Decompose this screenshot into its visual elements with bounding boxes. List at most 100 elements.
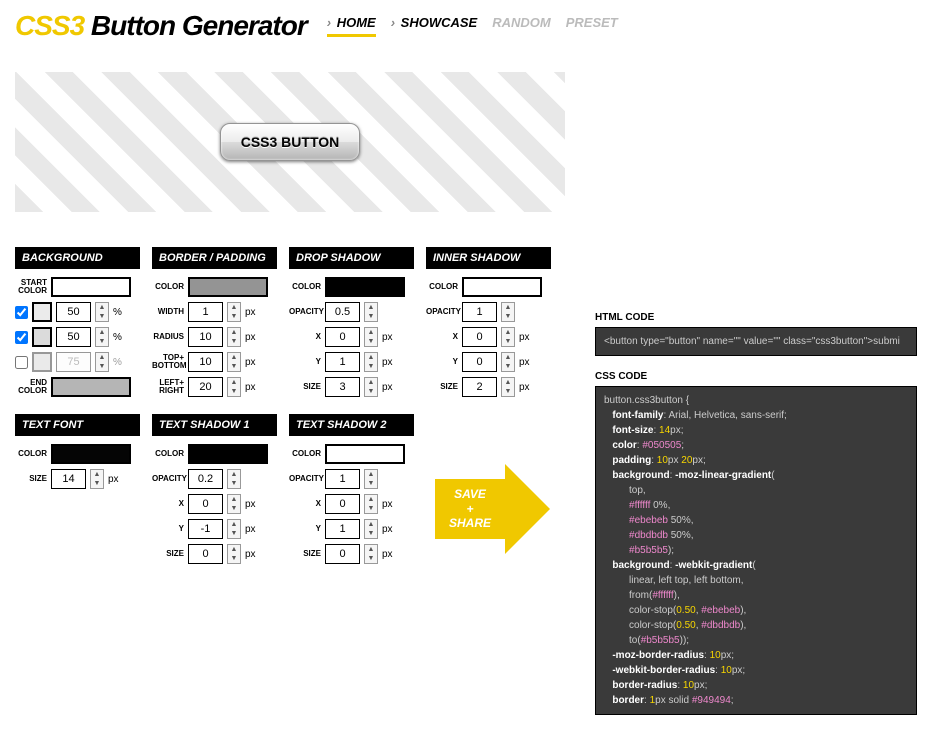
- stepper[interactable]: ▲▼: [227, 469, 241, 489]
- ts2-size[interactable]: [325, 544, 360, 564]
- stepper[interactable]: ▲▼: [227, 327, 241, 347]
- start-color-swatch[interactable]: [51, 277, 131, 297]
- label: STARTCOLOR: [15, 279, 47, 295]
- stepper[interactable]: ▲▼: [95, 327, 109, 347]
- stop2-color[interactable]: [32, 327, 52, 347]
- border-width[interactable]: [188, 302, 223, 322]
- html-code-box[interactable]: <button type="button" name="" value="" c…: [595, 327, 917, 356]
- nav-random[interactable]: RANDOM: [492, 15, 551, 37]
- is-x[interactable]: [462, 327, 497, 347]
- label: TOP+BOTTOM: [152, 354, 184, 370]
- stepper[interactable]: ▲▼: [227, 519, 241, 539]
- preview-area: CSS3 BUTTON: [15, 72, 565, 212]
- label: Y: [289, 358, 321, 366]
- stop2-checkbox[interactable]: [15, 331, 28, 344]
- ds-y[interactable]: [325, 352, 360, 372]
- stepper[interactable]: ▲▼: [95, 352, 109, 372]
- stop1-value[interactable]: [56, 302, 91, 322]
- caret-icon: ›: [391, 15, 395, 30]
- stepper[interactable]: ▲▼: [364, 377, 378, 397]
- ts1-x[interactable]: [188, 494, 223, 514]
- label: COLOR: [289, 450, 321, 458]
- stepper[interactable]: ▲▼: [501, 352, 515, 372]
- padding-tb[interactable]: [188, 352, 223, 372]
- html-code-label: HTML CODE: [595, 312, 917, 323]
- logo: CSS3 Button Generator: [15, 10, 307, 42]
- panel-innershadow: INNER SHADOW COLOR OPACITY▲▼ X▲▼px Y▲▼px…: [426, 247, 551, 402]
- label: LEFT+RIGHT: [152, 379, 184, 395]
- is-y[interactable]: [462, 352, 497, 372]
- stop1-checkbox[interactable]: [15, 306, 28, 319]
- ts2-color[interactable]: [325, 444, 405, 464]
- stop3-checkbox[interactable]: [15, 356, 28, 369]
- label: X: [152, 500, 184, 508]
- ts1-y[interactable]: [188, 519, 223, 539]
- stepper[interactable]: ▲▼: [364, 469, 378, 489]
- unit: %: [113, 332, 122, 343]
- stepper[interactable]: ▲▼: [90, 469, 104, 489]
- ds-size[interactable]: [325, 377, 360, 397]
- tf-color[interactable]: [51, 444, 131, 464]
- panel-textshadow2: TEXT SHADOW 2 COLOR OPACITY▲▼ X▲▼px Y▲▼p…: [289, 414, 414, 569]
- panel-textfont: TEXT FONT COLOR SIZE▲▼px: [15, 414, 140, 569]
- stepper[interactable]: ▲▼: [364, 327, 378, 347]
- stepper[interactable]: ▲▼: [501, 302, 515, 322]
- border-color[interactable]: [188, 277, 268, 297]
- ts2-x[interactable]: [325, 494, 360, 514]
- label: SIZE: [426, 383, 458, 391]
- stepper[interactable]: ▲▼: [227, 494, 241, 514]
- stepper[interactable]: ▲▼: [227, 352, 241, 372]
- panel-textshadow1: TEXT SHADOW 1 COLOR OPACITY▲▼ X▲▼px Y▲▼p…: [152, 414, 277, 569]
- panel-background: BACKGROUND STARTCOLOR ▲▼ % ▲▼ % ▲▼ %: [15, 247, 140, 402]
- label: SIZE: [15, 475, 47, 483]
- ds-color[interactable]: [325, 277, 405, 297]
- save-share-button[interactable]: SAVE + SHARE: [435, 464, 555, 554]
- nav-home[interactable]: › HOME: [327, 15, 376, 37]
- stepper[interactable]: ▲▼: [501, 327, 515, 347]
- stop1-color[interactable]: [32, 302, 52, 322]
- stepper[interactable]: ▲▼: [364, 302, 378, 322]
- ts1-size[interactable]: [188, 544, 223, 564]
- label: COLOR: [289, 283, 321, 291]
- stepper[interactable]: ▲▼: [364, 494, 378, 514]
- stepper[interactable]: ▲▼: [501, 377, 515, 397]
- nav: › HOME › SHOWCASE RANDOM PRESET: [327, 15, 618, 37]
- ts1-color[interactable]: [188, 444, 268, 464]
- label: WIDTH: [152, 308, 184, 316]
- nav-preset[interactable]: PRESET: [566, 15, 618, 37]
- label: X: [289, 500, 321, 508]
- caret-icon: ›: [327, 15, 331, 30]
- label: OPACITY: [152, 475, 184, 483]
- stepper[interactable]: ▲▼: [95, 302, 109, 322]
- ds-opacity[interactable]: [325, 302, 360, 322]
- tf-size[interactable]: [51, 469, 86, 489]
- stop2-value[interactable]: [56, 327, 91, 347]
- stepper[interactable]: ▲▼: [364, 352, 378, 372]
- stepper[interactable]: ▲▼: [227, 544, 241, 564]
- ds-x[interactable]: [325, 327, 360, 347]
- stepper[interactable]: ▲▼: [227, 377, 241, 397]
- label: COLOR: [426, 283, 458, 291]
- stepper[interactable]: ▲▼: [364, 544, 378, 564]
- css-code-box[interactable]: button.css3button { font-family: Arial, …: [595, 386, 917, 715]
- nav-showcase[interactable]: › SHOWCASE: [391, 15, 478, 37]
- logo-css3: CSS3: [15, 10, 84, 41]
- panel-title: BACKGROUND: [15, 247, 140, 269]
- end-color-swatch[interactable]: [51, 377, 131, 397]
- is-opacity[interactable]: [462, 302, 497, 322]
- preview-button[interactable]: CSS3 BUTTON: [220, 123, 361, 161]
- label: SIZE: [289, 383, 321, 391]
- header: CSS3 Button Generator › HOME › SHOWCASE …: [15, 10, 917, 42]
- border-radius[interactable]: [188, 327, 223, 347]
- stepper[interactable]: ▲▼: [227, 302, 241, 322]
- padding-lr[interactable]: [188, 377, 223, 397]
- label: OPACITY: [289, 308, 321, 316]
- ts2-opacity[interactable]: [325, 469, 360, 489]
- ts2-y[interactable]: [325, 519, 360, 539]
- stop3-color[interactable]: [32, 352, 52, 372]
- stop3-value[interactable]: [56, 352, 91, 372]
- is-size[interactable]: [462, 377, 497, 397]
- is-color[interactable]: [462, 277, 542, 297]
- stepper[interactable]: ▲▼: [364, 519, 378, 539]
- ts1-opacity[interactable]: [188, 469, 223, 489]
